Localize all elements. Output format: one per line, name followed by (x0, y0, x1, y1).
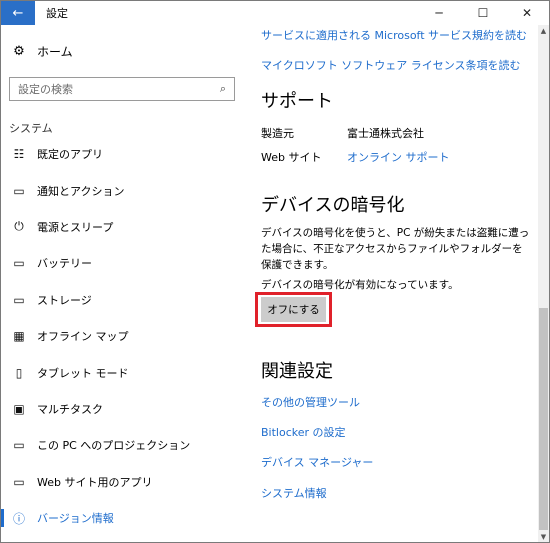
sidebar-item-battery[interactable]: ▭ バッテリー (1, 245, 246, 281)
window-controls: ─ ☐ ✕ (417, 1, 549, 25)
maximize-button[interactable]: ☐ (461, 1, 505, 25)
sidebar-item-power-sleep[interactable]: ⏻ 電源とスリープ (1, 209, 246, 245)
sidebar-item-label: バージョン情報 (37, 512, 114, 526)
sidebar-nav-list: ☷ 既定のアプリ ▭ 通知とアクション ⏻ 電源とスリープ ▭ バッテリー ▭ … (1, 136, 246, 536)
scroll-down-icon[interactable]: ▼ (538, 531, 549, 542)
back-button[interactable]: ← (1, 1, 35, 25)
sidebar-item-multitasking[interactable]: ▣ マルチタスク (1, 391, 246, 427)
sidebar-item-apps-for-websites[interactable]: ▭ Web サイト用のアプリ (1, 464, 246, 500)
scroll-thumb[interactable] (539, 308, 548, 530)
info-icon: ⓘ (12, 511, 25, 526)
storage-icon: ▭ (13, 292, 25, 307)
main-content: サービスに適用される Microsoft サービス規約を読む マイクロソフト ソ… (246, 25, 538, 542)
maximize-icon: ☐ (477, 6, 489, 20)
website-label: Web サイト (261, 151, 322, 164)
sidebar-item-label: この PC へのプロジェクション (37, 439, 191, 453)
sidebar-item-label: オフライン マップ (37, 330, 129, 344)
sidebar-item-notifications[interactable]: ▭ 通知とアクション (1, 172, 246, 208)
sidebar-item-projecting[interactable]: ▭ この PC へのプロジェクション (1, 427, 246, 463)
sidebar-item-label: バッテリー (37, 257, 92, 271)
sidebar-item-label: 電源とスリープ (37, 220, 114, 234)
link-microsoft-services-agreement[interactable]: サービスに適用される Microsoft サービス規約を読む (261, 27, 527, 43)
map-icon: ▦ (13, 329, 25, 344)
sidebar-item-label: Web サイト用のアプリ (37, 475, 153, 489)
settings-window: ← 設定 ─ ☐ ✕ ⚙ ホーム 設定の検索 ⌕ システム ☷ 既定のアプリ ▭… (0, 0, 550, 543)
encryption-status: デバイスの暗号化が有効になっています。 (261, 279, 459, 291)
sidebar: ⚙ ホーム 設定の検索 ⌕ システム ☷ 既定のアプリ ▭ 通知とアクション ⏻… (1, 25, 246, 542)
sidebar-item-default-apps[interactable]: ☷ 既定のアプリ (1, 136, 246, 172)
web-apps-icon: ▭ (13, 474, 25, 489)
sidebar-item-label: ストレージ (37, 293, 92, 307)
search-icon: ⌕ (219, 82, 226, 95)
home-nav-item[interactable]: ⚙ ホーム (11, 43, 73, 60)
default-apps-icon: ☷ (13, 147, 25, 162)
battery-icon: ▭ (13, 256, 25, 271)
manufacturer-row: 製造元 富士通株式会社 (261, 125, 424, 141)
manufacturer-value: 富士通株式会社 (347, 127, 424, 140)
minimize-icon: ─ (435, 6, 443, 20)
link-software-license-terms[interactable]: マイクロソフト ソフトウェア ライセンス条項を読む (261, 57, 521, 73)
support-heading: サポート (261, 91, 333, 112)
gear-icon: ⚙ (13, 44, 25, 59)
sidebar-item-label: タブレット モード (37, 366, 129, 380)
manufacturer-label: 製造元 (261, 127, 294, 140)
back-arrow-icon: ← (12, 5, 24, 21)
minimize-button[interactable]: ─ (417, 1, 461, 25)
tablet-icon: ▯ (15, 365, 23, 380)
multitasking-icon: ▣ (13, 401, 25, 416)
sidebar-item-label: 通知とアクション (37, 184, 125, 198)
link-admin-tools[interactable]: その他の管理ツール (261, 394, 360, 410)
sidebar-item-about[interactable]: ⓘ バージョン情報 (1, 500, 246, 536)
close-button[interactable]: ✕ (505, 1, 549, 25)
vertical-scrollbar[interactable]: ▲ ▼ (538, 25, 549, 542)
link-system-info[interactable]: システム情報 (261, 485, 327, 501)
encryption-description: デバイスの暗号化を使うと、PC が紛失または盗難に遭った場合に、不正なアクセスか… (261, 227, 530, 271)
home-label: ホーム (37, 45, 73, 59)
power-icon: ⏻ (14, 219, 24, 234)
notifications-icon: ▭ (13, 183, 25, 198)
section-label-system: システム (9, 122, 53, 135)
search-input[interactable]: 設定の検索 ⌕ (9, 77, 235, 101)
sidebar-item-offline-maps[interactable]: ▦ オフライン マップ (1, 318, 246, 354)
encryption-heading: デバイスの暗号化 (261, 195, 405, 216)
scroll-up-icon[interactable]: ▲ (538, 25, 549, 37)
sidebar-item-label: 既定のアプリ (37, 148, 103, 162)
website-row: Web サイト オンライン サポート (261, 149, 450, 165)
sidebar-item-tablet-mode[interactable]: ▯ タブレット モード (1, 354, 246, 390)
link-bitlocker-settings[interactable]: Bitlocker の設定 (261, 424, 346, 440)
sidebar-item-storage[interactable]: ▭ ストレージ (1, 282, 246, 318)
related-settings-heading: 関連設定 (261, 361, 333, 382)
close-icon: ✕ (521, 6, 533, 20)
search-placeholder: 設定の検索 (18, 83, 73, 96)
turn-off-encryption-button[interactable]: オフにする (261, 297, 326, 322)
online-support-link[interactable]: オンライン サポート (347, 149, 450, 165)
sidebar-item-label: マルチタスク (37, 402, 103, 416)
projection-icon: ▭ (13, 438, 25, 453)
title-bar: ← 設定 ─ ☐ ✕ (1, 1, 549, 25)
window-title: 設定 (46, 7, 68, 20)
link-device-manager[interactable]: デバイス マネージャー (261, 454, 373, 470)
